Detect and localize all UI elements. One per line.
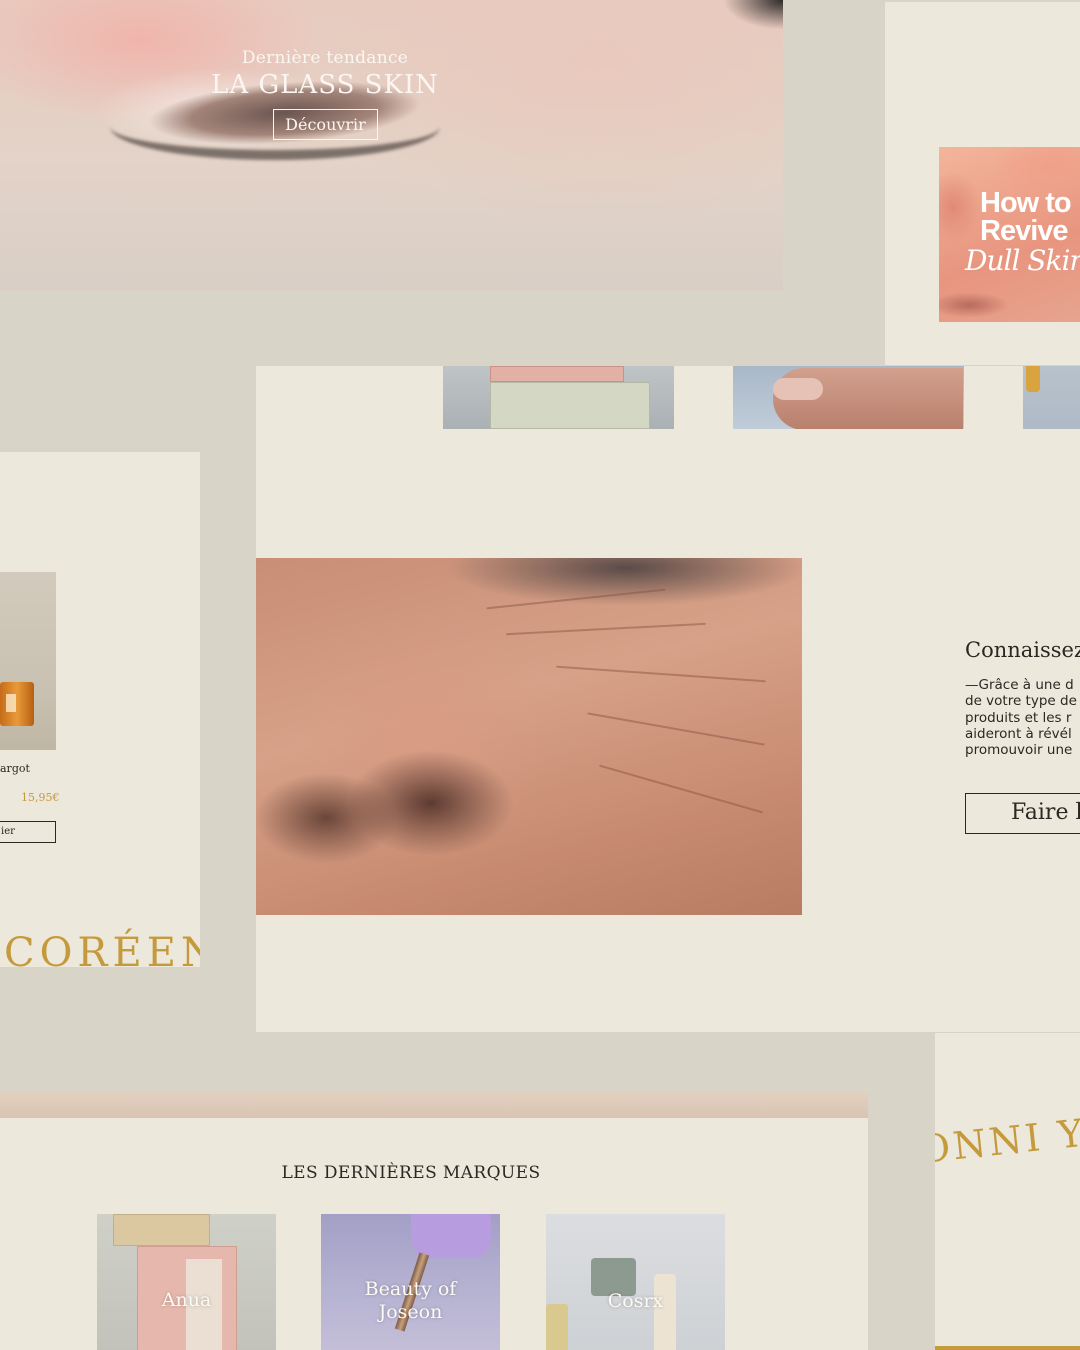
wrinkle-line: [556, 665, 766, 683]
wrinkle-line: [506, 622, 706, 636]
description-line: produits et les r: [965, 709, 1072, 726]
skin-type-description: —Grâce à une d de votre type de produits…: [965, 677, 1080, 758]
product-name[interactable]: argot: [0, 762, 30, 775]
banner-word: CORÉEN: [4, 930, 200, 967]
wrinkle-line: [486, 588, 666, 610]
add-to-cart-button[interactable]: ier: [0, 821, 56, 843]
product-price: 15,95€: [21, 791, 60, 804]
discover-button[interactable]: Découvrir: [273, 109, 378, 140]
hero-title: LA GLASS SKIN: [211, 70, 439, 100]
brand-label-line: Joseon: [378, 1301, 443, 1323]
product-image[interactable]: [0, 572, 56, 750]
product-box-thumbnail[interactable]: [443, 366, 674, 429]
dull-skin-card: How to Revive Dull Skin: [885, 2, 1080, 365]
description-line: de votre type de: [965, 693, 1077, 710]
brand-tile-cosrx[interactable]: Cosrx: [546, 1214, 725, 1350]
brand-label: Anua: [161, 1289, 212, 1311]
onni-card: ONNI YOU: [935, 1033, 1080, 1350]
tube-cap: [113, 1214, 210, 1246]
description-line: aideront à révél: [965, 725, 1072, 742]
brands-banner-strip: [0, 1092, 868, 1120]
serum-thumbnail[interactable]: [1023, 366, 1080, 429]
brand-label-line: Beauty of: [364, 1278, 457, 1300]
gold-rule: [935, 1346, 1080, 1350]
brands-heading: LES DERNIÈRES MARQUES: [281, 1163, 541, 1183]
description-line: —Grâce à une d: [965, 677, 1074, 693]
dropper-bulb: [411, 1214, 491, 1258]
take-quiz-button[interactable]: Faire le: [965, 793, 1080, 834]
hero-kicker: Dernière tendance: [241, 48, 409, 68]
skin-type-card: Connaissez —Grâce à une d de votre type …: [256, 366, 1080, 1032]
skin-type-heading: Connaissez: [965, 638, 1080, 662]
box-body: [490, 382, 650, 429]
glass-skin-hero: Dernière tendance LA GLASS SKIN Découvri…: [0, 0, 783, 291]
brand-label: Beauty of Joseon: [321, 1278, 500, 1324]
latest-brands-section: LES DERNIÈRES MARQUES Anua Beauty of Jos…: [0, 1118, 868, 1350]
description-line: promouvoir une: [965, 742, 1073, 759]
wrinkle-line: [587, 712, 765, 746]
wrinkled-skin-image: [256, 558, 802, 915]
box-lid: [490, 366, 624, 382]
fingernail-shape: [773, 378, 823, 400]
wrinkle-line: [599, 764, 763, 814]
dull-skin-image[interactable]: How to Revive Dull Skin: [939, 147, 1080, 322]
brand-tile-beauty-of-joseon[interactable]: Beauty of Joseon: [321, 1214, 500, 1350]
hair-shadow: [723, 0, 783, 30]
serum-drop-shape: [1026, 366, 1040, 392]
brand-label: Cosrx: [607, 1290, 664, 1312]
finger-thumbnail[interactable]: [733, 366, 964, 429]
product-card: argot 15,95€ ier CORÉEN: [0, 452, 200, 967]
serum-bottle-image: [0, 682, 34, 726]
brand-tile-anua[interactable]: Anua: [97, 1214, 276, 1350]
dull-skin-title-line3: Dull Skin: [965, 244, 1080, 277]
onni-word: ONNI YOU: [935, 1103, 1080, 1172]
